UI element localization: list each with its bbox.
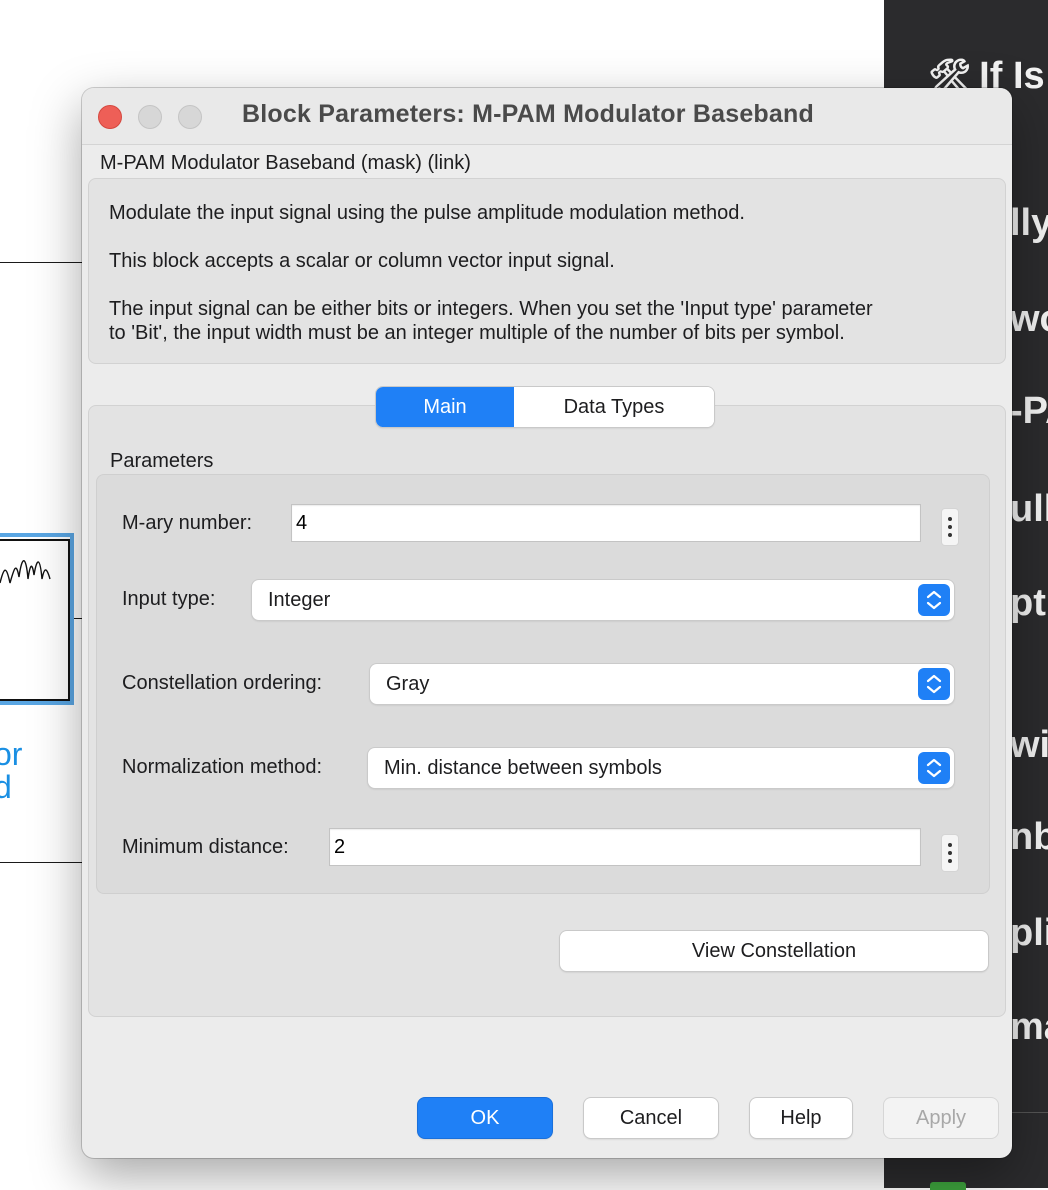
minimum-distance-label: Minimum distance: [122, 836, 289, 858]
modulator-block[interactable] [0, 539, 70, 701]
title-bar[interactable]: Block Parameters: M-PAM Modulator Baseba… [82, 88, 1012, 145]
constellation-ordering-label: Constellation ordering: [122, 672, 323, 694]
minimize-window-button[interactable] [138, 105, 162, 129]
description-text: to 'Bit', the input width must be an int… [109, 322, 845, 344]
signal-line [0, 262, 82, 263]
tab-main[interactable]: Main [376, 387, 514, 427]
view-constellation-button[interactable]: View Constellation [560, 931, 988, 971]
block-name-line: d [0, 769, 12, 805]
help-panel-text: plit [1010, 912, 1048, 954]
waveform-icon [0, 560, 51, 584]
help-panel-text: pt [1010, 582, 1046, 624]
help-panel-text: ull s [1010, 488, 1048, 530]
input-type-value: Integer [268, 589, 331, 611]
description-text: The input signal can be either bits or i… [109, 298, 873, 320]
block-name-label[interactable]: or d [0, 738, 22, 804]
dialog-title: Block Parameters: M-PAM Modulator Baseba… [242, 100, 814, 128]
help-panel-text: wo [1010, 298, 1048, 340]
signal-line [74, 618, 82, 619]
signal-line [0, 862, 82, 863]
mary-number-field[interactable] [291, 504, 921, 542]
help-button[interactable]: Help [750, 1098, 852, 1138]
help-panel-text: nbo [1010, 816, 1048, 858]
constellation-ordering-select[interactable]: Gray [370, 664, 954, 704]
tab-data-types[interactable]: Data Types [514, 387, 714, 427]
tab-bar: Main Data Types [376, 387, 714, 427]
help-panel-text: -PA [1010, 390, 1048, 432]
block-parameters-dialog: Block Parameters: M-PAM Modulator Baseba… [82, 88, 1012, 1158]
description-text: Modulate the input signal using the puls… [109, 202, 745, 224]
up-down-chevron-icon [918, 584, 950, 616]
mary-number-label: M-ary number: [122, 512, 253, 534]
mask-heading: M-PAM Modulator Baseband (mask) (link) [100, 152, 471, 174]
ok-button[interactable]: OK [418, 1098, 552, 1138]
help-panel-text: ma [1010, 1006, 1048, 1048]
description-box: Modulate the input signal using the puls… [88, 178, 1006, 364]
normalization-method-value: Min. distance between symbols [384, 757, 662, 779]
normalization-method-select[interactable]: Min. distance between symbols [368, 748, 954, 788]
selected-block[interactable] [0, 533, 74, 705]
normalization-method-label: Normalization method: [122, 756, 323, 778]
zoom-window-button[interactable] [178, 105, 202, 129]
help-panel-text: lly [1010, 202, 1048, 244]
parameters-group-label: Parameters [110, 450, 214, 472]
apply-button[interactable]: Apply [884, 1098, 998, 1138]
cancel-button[interactable]: Cancel [584, 1098, 718, 1138]
more-options-icon[interactable] [942, 835, 958, 871]
input-type-label: Input type: [122, 588, 216, 610]
up-down-chevron-icon [918, 752, 950, 784]
minimum-distance-field[interactable] [329, 828, 921, 866]
help-panel-text: wil [1010, 724, 1048, 766]
description-text: This block accepts a scalar or column ve… [109, 250, 615, 272]
close-window-button[interactable] [98, 105, 122, 129]
more-options-icon[interactable] [942, 509, 958, 545]
input-type-select[interactable]: Integer [252, 580, 954, 620]
status-indicator [930, 1182, 966, 1190]
divider [1010, 1112, 1048, 1113]
block-name-line: or [0, 736, 23, 772]
constellation-ordering-value: Gray [386, 673, 430, 695]
up-down-chevron-icon [918, 668, 950, 700]
